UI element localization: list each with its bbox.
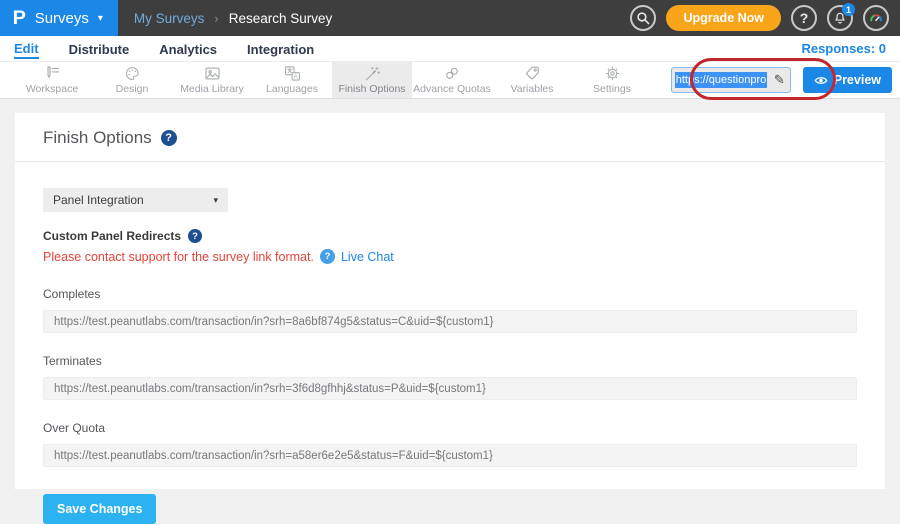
toolbar-item-advance-quotas[interactable]: Advance Quotas [412,62,492,98]
redirects-help-icon[interactable]: ? [188,229,202,243]
toolbar-item-design[interactable]: Design [92,62,172,98]
toolbar-item-languages[interactable]: A Languages [252,62,332,98]
preview-label: Preview [834,73,881,87]
tab-integration[interactable]: Integration [247,40,314,57]
tab-distribute[interactable]: Distribute [69,40,130,57]
finish-option-type-dropdown[interactable]: Panel Integration ▾ [43,188,228,212]
top-header-bar: P Surveys ▾ My Surveys › Research Survey… [0,0,900,36]
terminates-label: Terminates [43,354,857,368]
dropdown-selected-value: Panel Integration [53,193,144,207]
breadcrumb-current-survey: Research Survey [229,11,333,26]
header-actions: Upgrade Now ? 1 [630,5,900,31]
survey-url-field[interactable]: https://questionpro.com/t/A ✎ [671,67,791,93]
toolbar-item-variables[interactable]: Variables [492,62,572,98]
gear-icon [604,65,621,82]
chevron-down-icon: ▾ [213,195,218,206]
over-quota-url-input[interactable]: https://test.peanutlabs.com/transaction/… [43,444,857,467]
preview-button[interactable]: Preview [803,67,892,93]
over-quota-label: Over Quota [43,421,857,435]
toolbar-item-workspace[interactable]: Workspace [12,62,92,98]
live-chat-link[interactable]: Live Chat [341,250,394,264]
chain-link-icon [443,65,461,82]
panel-body: Panel Integration ▾ Custom Panel Redirec… [15,162,885,524]
workspace-icon [43,65,62,82]
tag-icon [523,65,541,82]
live-chat-icon[interactable]: ? [320,249,335,264]
product-name: Surveys [35,10,89,27]
custom-panel-redirects-label: Custom Panel Redirects ? [43,229,857,243]
page-title: Finish Options [43,128,152,148]
breadcrumb-my-surveys[interactable]: My Surveys [134,11,205,26]
toolbar-spacer [652,62,671,98]
tab-analytics[interactable]: Analytics [159,40,217,57]
finish-options-help-icon[interactable]: ? [161,130,177,146]
survey-section-nav: Edit Distribute Analytics Integration Re… [0,36,900,62]
support-warning-row: Please contact support for the survey li… [43,249,857,264]
questionpro-logo-icon: P [13,9,26,28]
support-warning-text: Please contact support for the survey li… [43,250,314,264]
gauge-avatar-icon [868,10,884,26]
help-button[interactable]: ? [791,5,817,31]
completes-label: Completes [43,287,857,301]
notification-badge: 1 [842,3,855,16]
responses-count[interactable]: Responses: 0 [801,41,886,56]
question-mark-icon: ? [800,10,809,26]
save-changes-button[interactable]: Save Changes [43,494,156,524]
edit-toolbar: Workspace Design Media Library [0,62,900,99]
account-menu-button[interactable] [863,5,889,31]
terminates-url-input[interactable]: https://test.peanutlabs.com/transaction/… [43,377,857,400]
notifications-button[interactable]: 1 [827,5,853,31]
search-icon [636,11,650,25]
completes-url-input[interactable]: https://test.peanutlabs.com/transaction/… [43,310,857,333]
chevron-down-icon: ▾ [98,13,103,24]
tab-edit[interactable]: Edit [14,39,39,59]
edit-url-pencil-icon[interactable]: ✎ [774,72,785,88]
product-switcher[interactable]: P Surveys ▾ [0,0,118,36]
toolbar-item-media-library[interactable]: Media Library [172,62,252,98]
breadcrumb-separator-icon: › [214,11,218,26]
translate-icon: A [283,65,302,82]
palette-icon [124,65,141,82]
eye-icon [814,75,828,86]
finish-options-panel: Finish Options ? Panel Integration ▾ Cus… [15,113,885,489]
toolbar-item-finish-options[interactable]: Finish Options [332,62,412,98]
toolbar-item-settings[interactable]: Settings [572,62,652,98]
panel-header: Finish Options ? [15,113,885,162]
search-button[interactable] [630,5,656,31]
breadcrumb: My Surveys › Research Survey [134,11,332,26]
survey-url-selected-text[interactable]: https://questionpro.com/t/A [675,72,767,88]
upgrade-now-button[interactable]: Upgrade Now [666,5,781,31]
image-icon [203,65,222,82]
magic-wand-icon [363,65,381,82]
